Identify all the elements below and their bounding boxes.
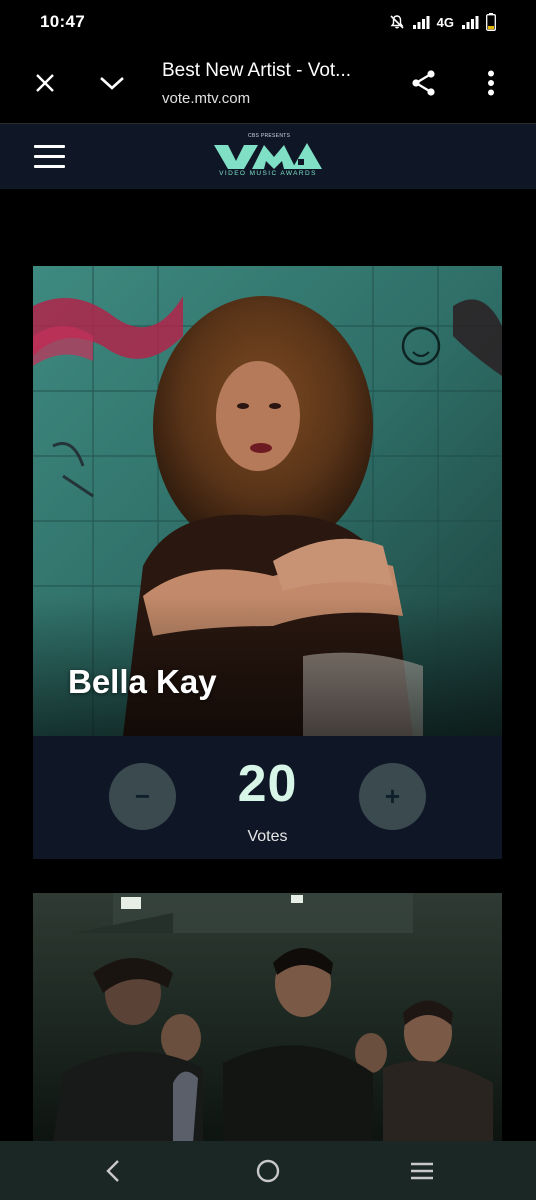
vma-logo[interactable]: CBS PRESENTS VIDEO MUSIC AWARDS <box>212 133 324 183</box>
signal-icon <box>462 16 479 29</box>
vote-panel: − 20 + Votes <box>33 736 502 859</box>
increase-vote-button[interactable]: + <box>359 763 426 830</box>
site-header: CBS PRESENTS VIDEO MUSIC AWARDS <box>0 124 536 189</box>
status-time: 10:47 <box>40 12 85 31</box>
hamburger-icon <box>34 145 65 148</box>
network-type: 4G <box>436 14 454 30</box>
vma-logo-mark <box>214 143 322 169</box>
votes-label: Votes <box>247 828 288 845</box>
back-icon <box>106 1160 119 1182</box>
browser-toolbar: Best New Artist - Vot... vote.mtv.com <box>0 44 536 124</box>
nominee-photo <box>33 893 502 1143</box>
page-url[interactable]: vote.mtv.com <box>162 90 250 107</box>
recents-icon <box>411 1162 433 1180</box>
battery-icon <box>486 13 496 31</box>
home-button[interactable] <box>252 1155 284 1187</box>
home-icon <box>256 1159 280 1183</box>
minimize-button[interactable] <box>92 63 132 103</box>
signal-icon <box>412 16 430 29</box>
share-icon <box>412 70 435 96</box>
close-icon <box>36 74 54 92</box>
mute-bell-icon <box>390 15 404 29</box>
logo-subtitle: VIDEO MUSIC AWARDS <box>219 170 317 177</box>
nominee-card: Bella Kay − 20 + Votes <box>33 266 502 859</box>
recents-button[interactable] <box>406 1155 438 1187</box>
share-button[interactable] <box>404 63 444 103</box>
close-tab-button[interactable] <box>25 63 65 103</box>
chevron-down-icon <box>100 77 124 90</box>
system-nav-bar <box>0 1141 536 1200</box>
status-icons: 4G <box>389 13 496 31</box>
more-options-button[interactable] <box>471 63 511 103</box>
artist-name: Bella Kay <box>68 663 217 700</box>
menu-button[interactable] <box>32 142 68 172</box>
back-button[interactable] <box>97 1155 129 1187</box>
plus-icon: + <box>384 781 401 811</box>
more-vert-icon <box>488 70 494 96</box>
status-bar: 10:47 4G <box>0 0 536 44</box>
page-title: Best New Artist - Vot... <box>162 60 352 81</box>
nominee-card <box>33 893 502 1143</box>
vote-count: 20 <box>237 755 298 813</box>
